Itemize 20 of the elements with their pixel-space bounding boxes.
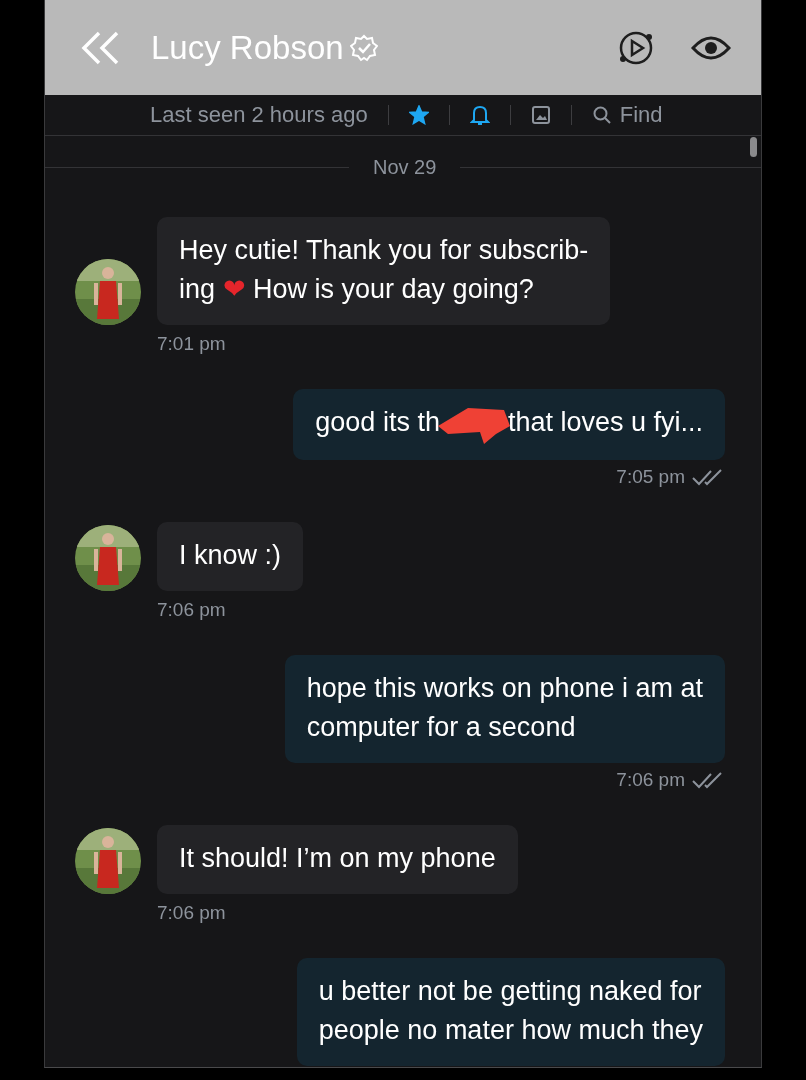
message-text: It should! I’m on my phone [157,824,518,894]
image-icon[interactable] [530,105,551,125]
message-time: 7:05 pm [616,465,685,488]
star-icon[interactable] [408,105,429,125]
find-button[interactable]: Find [591,102,663,128]
date-divider: Nov 29 [373,156,437,179]
scrollbar-thumb[interactable] [750,137,757,157]
message-text: hope this works on phone i am at computer for a second [284,654,725,763]
search-icon [591,105,612,125]
message-time: 7:06 pm [157,598,227,621]
message-text: Hey cutie! Thank you for subscrib- ing ❤ How is your day going? [157,217,611,325]
chat-title: Lucy Robson [151,28,344,67]
message-text: u better not be getting naked for people no mater how much they [296,957,725,1066]
message-time: 7:06 pm [616,768,685,791]
message-text: good its th that loves u fyi... [293,389,725,460]
last-seen-text: Last seen 2 hours ago [150,102,368,128]
message-time: 7:06 pm [157,901,227,924]
message-time: 7:01 pm [157,333,227,355]
message-text: I know :) [157,521,304,591]
bell-icon[interactable] [469,104,490,126]
